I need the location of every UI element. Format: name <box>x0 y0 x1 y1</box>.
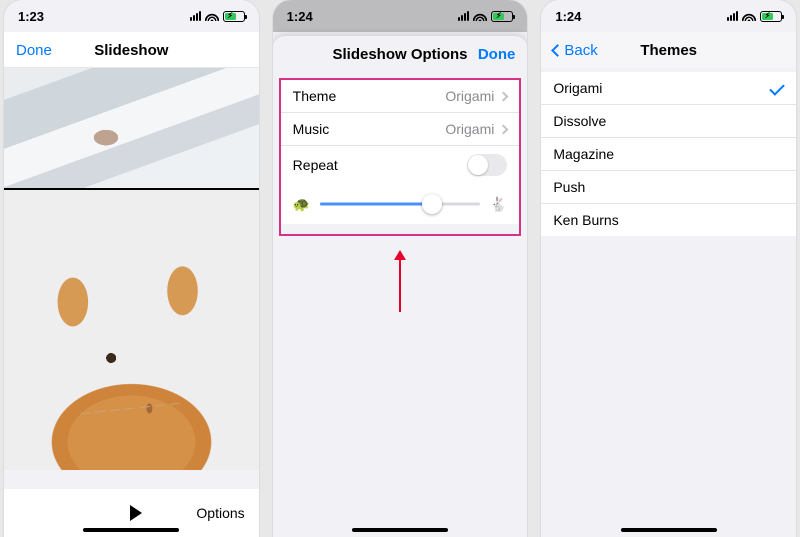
theme-value: Origami <box>445 88 494 104</box>
status-time: 1:24 <box>555 9 581 24</box>
screen-slideshow: 1:23 ⚡︎ Done Slideshow Options <box>4 0 259 537</box>
slider-thumb[interactable] <box>422 194 442 214</box>
wifi-icon <box>742 11 756 21</box>
theme-option-magazine[interactable]: Magazine <box>541 138 796 171</box>
home-indicator[interactable] <box>352 528 448 532</box>
battery-icon: ⚡︎ <box>760 11 782 22</box>
wifi-icon <box>473 11 487 21</box>
cellular-icon <box>458 11 469 21</box>
status-bar: 1:24 ⚡︎ <box>541 0 796 32</box>
status-indicators: ⚡︎ <box>458 11 513 22</box>
theme-name: Magazine <box>553 146 614 162</box>
cellular-icon <box>727 11 738 21</box>
slideshow-photo-1 <box>4 68 259 188</box>
highlighted-region: Theme Origami Music Origami <box>279 78 522 236</box>
sheet-title: Slideshow Options <box>333 46 468 63</box>
theme-option-dissolve[interactable]: Dissolve <box>541 105 796 138</box>
play-icon[interactable] <box>130 505 142 521</box>
page-title: Slideshow <box>94 42 168 59</box>
nav-bar: Back Themes <box>541 32 796 68</box>
theme-name: Dissolve <box>553 113 606 129</box>
cellular-icon <box>190 11 201 21</box>
status-indicators: ⚡︎ <box>190 11 245 22</box>
status-indicators: ⚡︎ <box>727 11 782 22</box>
theme-option-ken-burns[interactable]: Ken Burns <box>541 204 796 236</box>
theme-row[interactable]: Theme Origami <box>281 80 520 113</box>
turtle-icon: 🐢 <box>293 196 310 213</box>
rabbit-icon: 🐇 <box>490 196 507 213</box>
theme-option-push[interactable]: Push <box>541 171 796 204</box>
annotation-arrow <box>399 252 401 312</box>
done-button[interactable]: Done <box>16 32 52 68</box>
status-bar: 1:23 ⚡︎ <box>4 0 259 32</box>
speed-slider-row: 🐢 🐇 <box>281 184 520 224</box>
status-time: 1:23 <box>18 9 44 24</box>
back-label: Back <box>564 42 597 59</box>
speed-slider[interactable] <box>320 194 480 214</box>
music-label: Music <box>293 121 330 137</box>
sheet-nav: Slideshow Options Done <box>273 36 528 72</box>
home-indicator[interactable] <box>621 528 717 532</box>
repeat-label: Repeat <box>293 157 338 173</box>
repeat-switch[interactable] <box>467 154 507 176</box>
theme-name: Origami <box>553 80 602 96</box>
check-icon <box>769 80 785 96</box>
themes-list: Origami Dissolve Magazine Push Ken Burns <box>541 72 796 236</box>
status-time: 1:24 <box>287 9 313 24</box>
battery-icon: ⚡︎ <box>223 11 245 22</box>
nav-bar: Done Slideshow <box>4 32 259 68</box>
theme-name: Push <box>553 179 585 195</box>
theme-name: Ken Burns <box>553 212 618 228</box>
theme-label: Theme <box>293 88 337 104</box>
battery-icon: ⚡︎ <box>491 11 513 22</box>
slideshow-photo-2 <box>4 190 259 470</box>
page-title: Themes <box>640 42 697 59</box>
screen-themes: 1:24 ⚡︎ Back Themes Origami Dissolve <box>541 0 796 537</box>
music-row[interactable]: Music Origami <box>281 113 520 146</box>
home-indicator[interactable] <box>83 528 179 532</box>
options-button[interactable]: Options <box>196 505 244 521</box>
repeat-row: Repeat <box>281 146 520 184</box>
slideshow-content[interactable] <box>4 68 259 468</box>
chevron-right-icon <box>499 91 509 101</box>
options-list: Theme Origami Music Origami <box>281 80 520 184</box>
back-button[interactable]: Back <box>553 32 597 68</box>
status-bar: 1:24 ⚡︎ <box>273 0 528 32</box>
done-button[interactable]: Done <box>478 36 516 72</box>
theme-option-origami[interactable]: Origami <box>541 72 796 105</box>
music-value: Origami <box>445 121 494 137</box>
chevron-right-icon <box>499 124 509 134</box>
screen-slideshow-options: 1:24 ⚡︎ Slideshow Options Done Theme Ori… <box>273 0 528 537</box>
wifi-icon <box>205 11 219 21</box>
chevron-left-icon <box>551 44 564 57</box>
options-sheet: Slideshow Options Done Theme Origami Mus… <box>273 36 528 537</box>
